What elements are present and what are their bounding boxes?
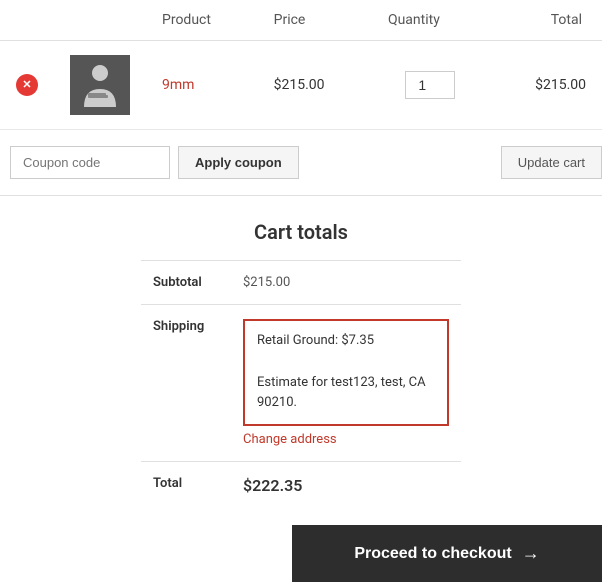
col-total-header: Total bbox=[488, 0, 602, 41]
apply-coupon-button[interactable]: Apply coupon bbox=[178, 146, 299, 179]
total-label: Total bbox=[141, 462, 231, 510]
product-price-cell: $215.00 bbox=[258, 41, 372, 130]
coupon-input[interactable] bbox=[10, 146, 170, 179]
shipping-box: Retail Ground: $7.35 Estimate for test12… bbox=[243, 319, 449, 426]
subtotal-label: Subtotal bbox=[141, 261, 231, 305]
col-product-header: Product bbox=[146, 0, 258, 41]
shipping-label: Shipping bbox=[141, 305, 231, 462]
product-qty-cell bbox=[372, 41, 488, 130]
col-quantity-header: Quantity bbox=[372, 0, 488, 41]
cart-totals-table: Subtotal $215.00 Shipping Retail Ground:… bbox=[141, 260, 461, 509]
shipping-method: Retail Ground: $7.35 bbox=[257, 331, 435, 352]
subtotal-row: Subtotal $215.00 bbox=[141, 261, 461, 305]
checkout-arrow-icon: → bbox=[522, 543, 540, 564]
col-image-header bbox=[54, 0, 146, 41]
checkout-label: Proceed to checkout bbox=[354, 545, 511, 563]
cart-totals-section: Cart totals Subtotal $215.00 Shipping Re… bbox=[0, 196, 602, 582]
subtotal-value: $215.00 bbox=[231, 261, 461, 305]
checkout-btn-row: Proceed to checkout → bbox=[0, 525, 602, 582]
cart-totals-title: Cart totals bbox=[254, 220, 348, 244]
shipping-value-cell: Retail Ground: $7.35 Estimate for test12… bbox=[231, 305, 461, 462]
coupon-left: Apply coupon bbox=[10, 146, 299, 179]
quantity-input[interactable] bbox=[405, 71, 455, 99]
change-address-link[interactable]: Change address bbox=[243, 432, 449, 447]
product-thumbnail bbox=[70, 55, 130, 115]
cart-table: Product Price Quantity Total bbox=[0, 0, 602, 130]
total-row: Total $222.35 bbox=[141, 462, 461, 510]
total-amount: $222.35 bbox=[243, 476, 302, 495]
product-price: $215.00 bbox=[274, 77, 325, 93]
product-total: $215.00 bbox=[535, 77, 586, 93]
col-price-header: Price bbox=[258, 0, 372, 41]
shipping-row: Shipping Retail Ground: $7.35 Estimate f… bbox=[141, 305, 461, 462]
remove-cell bbox=[0, 41, 54, 130]
product-total-cell: $215.00 bbox=[488, 41, 602, 130]
col-remove-header bbox=[0, 0, 54, 41]
product-image-cell bbox=[54, 41, 146, 130]
update-cart-button[interactable]: Update cart bbox=[501, 146, 602, 179]
remove-item-button[interactable] bbox=[16, 74, 38, 96]
coupon-row: Apply coupon Update cart bbox=[0, 130, 602, 196]
total-value-cell: $222.35 bbox=[231, 462, 461, 510]
product-name-cell: 9mm bbox=[146, 41, 258, 130]
product-link[interactable]: 9mm bbox=[162, 77, 194, 93]
table-row: 9mm $215.00 $215.00 bbox=[0, 41, 602, 130]
proceed-to-checkout-button[interactable]: Proceed to checkout → bbox=[292, 525, 602, 582]
shipping-estimate: Estimate for test123, test, CA 90210. bbox=[257, 373, 435, 415]
